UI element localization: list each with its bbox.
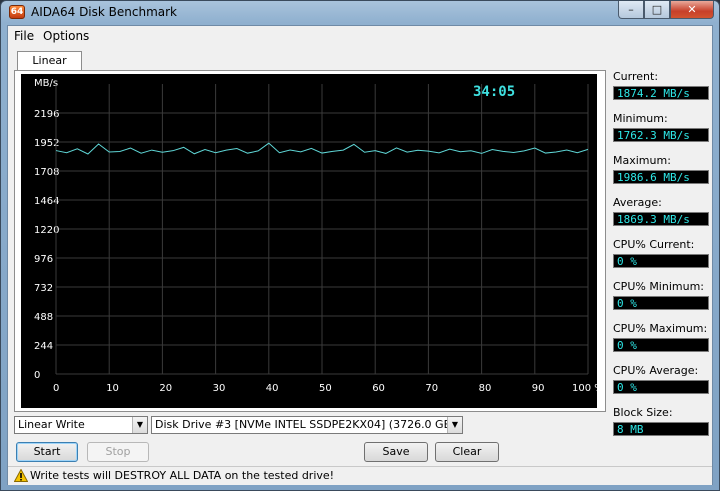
y-tick-label: 244 — [34, 341, 53, 352]
x-tick-label: 100 % — [572, 383, 597, 394]
stat-value-maximum: 1986.6 MB/s — [613, 170, 709, 184]
stat-value-cpu-minimum: 0 % — [613, 296, 709, 310]
stat-label-cpu-maximum: CPU% Maximum: — [613, 322, 708, 335]
stat-label-current: Current: — [613, 70, 659, 83]
menu-options[interactable]: Options — [43, 29, 89, 43]
menu-file[interactable]: File — [14, 29, 34, 43]
elapsed-timer: 34:05 — [473, 84, 515, 100]
x-tick-label: 60 — [372, 383, 385, 394]
y-tick-label: 0 — [34, 370, 40, 381]
benchmark-graph: MB/s 2196 1952 1708 1464 1220 976 732 488 244 0 0 10… — [21, 74, 597, 408]
close-button[interactable]: ✕ — [670, 1, 714, 19]
drive-select[interactable]: Disk Drive #3 [NVMe INTEL SSDPE2KX04] (3… — [151, 416, 463, 434]
app-window: 64 AIDA64 Disk Benchmark – □ ✕ File Opti… — [0, 0, 720, 491]
stat-label-cpu-current: CPU% Current: — [613, 238, 695, 251]
stat-value-minimum: 1762.3 MB/s — [613, 128, 709, 142]
y-tick-label: 732 — [34, 283, 53, 294]
stat-value-block-size: 8 MB — [613, 422, 709, 436]
stat-value-cpu-maximum: 0 % — [613, 338, 709, 352]
stat-label-average: Average: — [613, 196, 662, 209]
y-tick-label: 488 — [34, 312, 53, 323]
title-bar[interactable]: 64 AIDA64 Disk Benchmark – □ ✕ — [1, 1, 719, 24]
x-tick-label: 50 — [319, 383, 332, 394]
client-area: File Options Linear Write MB/s2196195217… — [7, 25, 713, 485]
test-type-value: Linear Write — [18, 418, 85, 431]
tab-linear-write[interactable]: Linear Write — [17, 51, 82, 85]
window-title: AIDA64 Disk Benchmark — [31, 5, 178, 19]
chevron-down-icon: ▼ — [132, 417, 147, 433]
y-axis-unit: MB/s — [34, 78, 58, 89]
stop-button[interactable]: Stop — [87, 442, 149, 462]
warning-message: Write tests will DESTROY ALL DATA on the… — [30, 469, 335, 482]
x-tick-label: 30 — [213, 383, 226, 394]
stat-value-cpu-current: 0 % — [613, 254, 709, 268]
x-tick-label: 90 — [532, 383, 545, 394]
stat-value-cpu-average: 0 % — [613, 380, 709, 394]
menu-bar: File Options — [8, 26, 712, 45]
stat-value-current: 1874.2 MB/s — [613, 86, 709, 100]
maximize-button[interactable]: □ — [644, 1, 670, 19]
stat-label-cpu-minimum: CPU% Minimum: — [613, 280, 704, 293]
x-tick-label: 10 — [106, 383, 119, 394]
stat-label-cpu-average: CPU% Average: — [613, 364, 699, 377]
y-tick-label: 976 — [34, 254, 53, 265]
aida64-app-icon: 64 — [9, 5, 25, 19]
x-tick-label: 0 — [53, 383, 59, 394]
save-button[interactable]: Save — [364, 442, 428, 462]
stat-label-maximum: Maximum: — [613, 154, 671, 167]
start-button[interactable]: Start — [16, 442, 78, 462]
chevron-down-icon: ▼ — [447, 417, 462, 433]
drive-value: Disk Drive #3 [NVMe INTEL SSDPE2KX04] (3… — [155, 418, 456, 431]
status-bar: Write tests will DESTROY ALL DATA on the… — [8, 466, 712, 485]
test-type-select[interactable]: Linear Write ▼ — [14, 416, 148, 434]
x-tick-label: 70 — [425, 383, 438, 394]
stat-label-block-size: Block Size: — [613, 406, 673, 419]
stat-label-minimum: Minimum: — [613, 112, 668, 125]
x-tick-label: 80 — [479, 383, 492, 394]
x-tick-label: 40 — [266, 383, 279, 394]
graph-svg: MB/s2196195217081464122097673248824400 10… — [34, 78, 597, 394]
x-tick-label: 20 — [159, 383, 172, 394]
caption-buttons: – □ ✕ — [618, 1, 714, 20]
warning-icon — [14, 469, 28, 482]
minimize-button[interactable]: – — [618, 1, 644, 19]
stat-value-average: 1869.3 MB/s — [613, 212, 709, 226]
clear-button[interactable]: Clear — [435, 442, 499, 462]
